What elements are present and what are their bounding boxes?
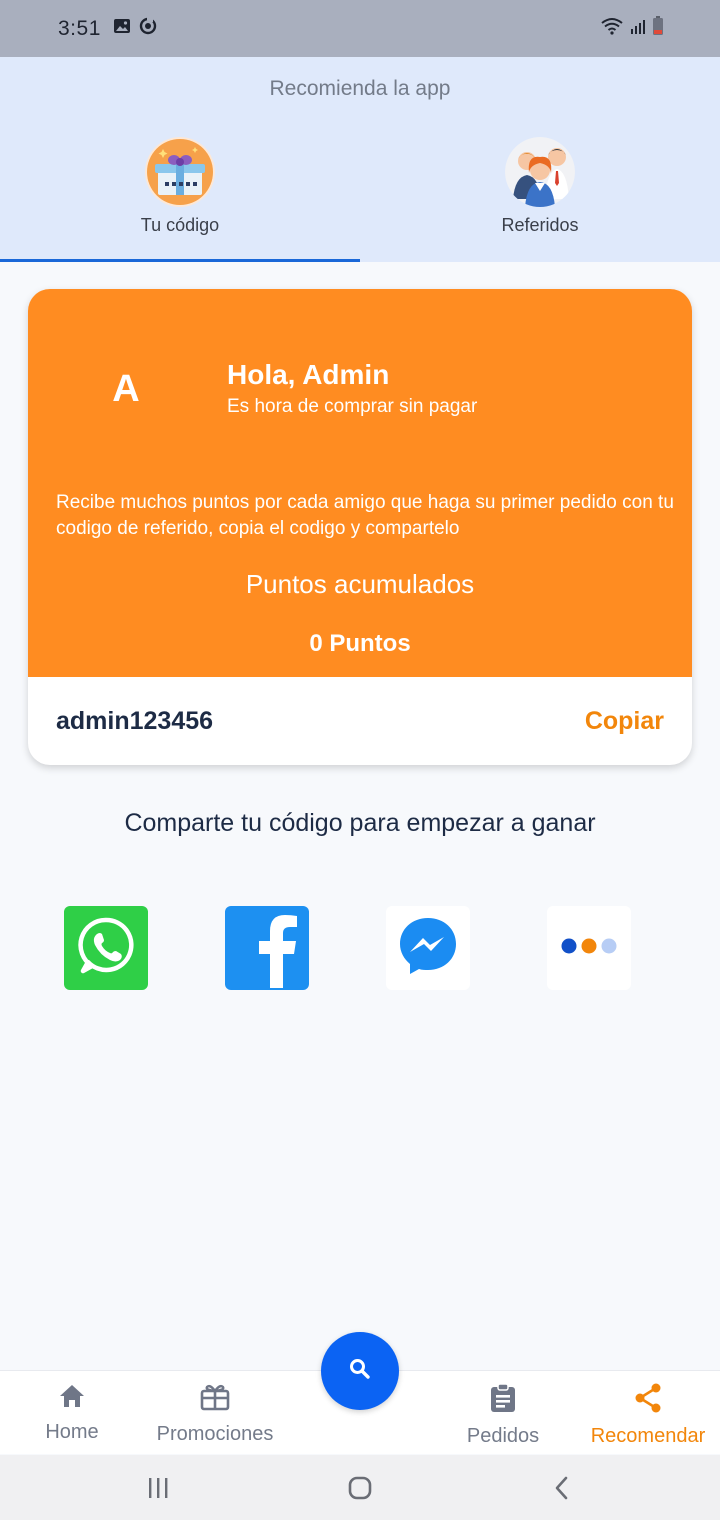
- search-fab-button[interactable]: [321, 1332, 399, 1410]
- battery-icon: [652, 16, 664, 41]
- tab-label: Tu código: [140, 215, 220, 235]
- points-value: 0 Puntos: [309, 630, 411, 657]
- avatar: A: [112, 367, 140, 410]
- clipboard-icon: [490, 1383, 516, 1419]
- referral-code: admin123456: [56, 706, 214, 735]
- people-icon: [505, 137, 575, 207]
- points-label: Puntos acumulados: [245, 569, 475, 599]
- page-title: Recomienda la app: [269, 77, 451, 100]
- nav-label: Home: [45, 1421, 99, 1443]
- status-icons-right: [600, 16, 664, 41]
- gift-icon: [145, 137, 215, 207]
- sync-icon: [139, 17, 157, 40]
- nav-pedidos[interactable]: Pedidos: [433, 1383, 573, 1448]
- image-icon: [113, 17, 131, 40]
- subgreeting: Es hora de comprar sin pagar: [227, 396, 478, 417]
- home-circle-icon[interactable]: [347, 1475, 373, 1506]
- facebook-icon: [225, 904, 309, 993]
- tab-tu-codigo[interactable]: Tu código: [0, 137, 360, 262]
- tab-label: Referidos: [501, 215, 579, 235]
- share-more-button[interactable]: [547, 906, 631, 990]
- whatsapp-icon: [75, 915, 137, 982]
- messenger-icon: [396, 914, 460, 983]
- nav-label: Recomendar: [590, 1425, 706, 1447]
- share-messenger-button[interactable]: [386, 906, 470, 990]
- nav-label: Promociones: [156, 1423, 274, 1445]
- share-whatsapp-button[interactable]: [64, 906, 148, 990]
- nav-promociones[interactable]: Promociones: [145, 1383, 285, 1446]
- header: Recomienda la app Tu código Referidos: [0, 57, 720, 262]
- nav-home[interactable]: Home: [2, 1383, 142, 1444]
- back-icon[interactable]: [550, 1475, 574, 1506]
- recent-apps-icon[interactable]: [146, 1475, 170, 1506]
- tab-referidos[interactable]: Referidos: [360, 137, 720, 262]
- signal-icon: [630, 17, 646, 40]
- nav-label: Pedidos: [466, 1425, 540, 1447]
- status-time: 3:51: [58, 16, 101, 40]
- wifi-icon: [600, 17, 624, 40]
- status-bar: 3:51: [0, 0, 720, 57]
- more-icon: [559, 936, 619, 961]
- share-title: Comparte tu código para empezar a ganar: [124, 809, 596, 837]
- tab-indicator: [0, 259, 360, 262]
- gift-icon: [200, 1383, 230, 1417]
- referral-code-row: admin123456 Copiar: [28, 677, 692, 765]
- referral-card: A Hola, Admin Es hora de comprar sin pag…: [28, 289, 692, 765]
- referral-info: Recibe muchos puntos por cada amigo que …: [56, 492, 674, 539]
- copy-button[interactable]: Copiar: [585, 707, 664, 736]
- referral-card-header: A Hola, Admin Es hora de comprar sin pag…: [28, 289, 692, 677]
- greeting: Hola, Admin: [227, 359, 390, 390]
- share-icon: [634, 1383, 662, 1419]
- system-nav-bar: [0, 1455, 720, 1520]
- status-icons-left: [113, 17, 157, 40]
- share-facebook-button[interactable]: [225, 906, 309, 990]
- search-icon: [348, 1357, 372, 1386]
- home-icon: [58, 1383, 86, 1415]
- nav-recomendar[interactable]: Recomendar: [578, 1383, 718, 1448]
